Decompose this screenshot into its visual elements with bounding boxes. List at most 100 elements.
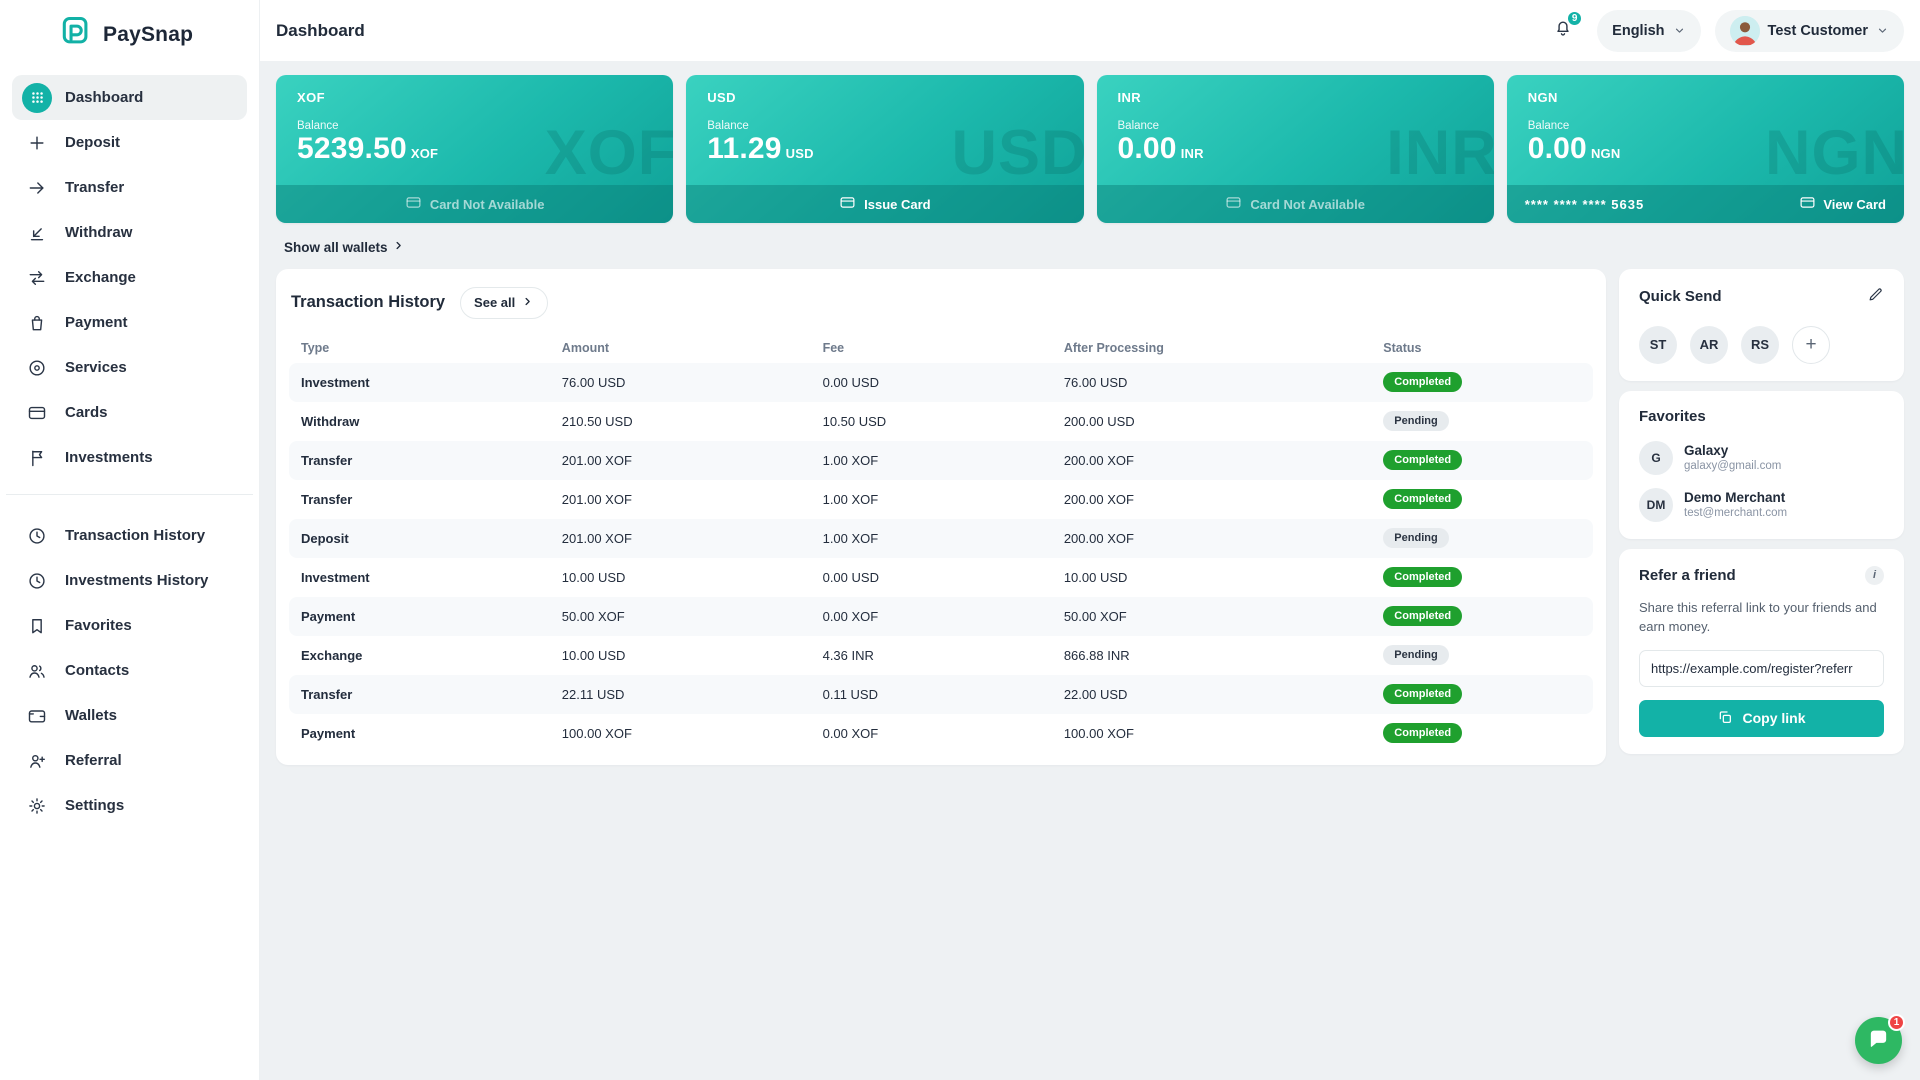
tx-status: Completed [1371, 606, 1593, 626]
dashboard-icon [22, 83, 52, 113]
main-content: XOFXOFBalance5239.50XOFCard Not Availabl… [260, 62, 1920, 1080]
column-header-type: Type [289, 341, 550, 355]
notifications-button[interactable]: 9 [1543, 11, 1583, 51]
referral-description: Share this referral link to your friends… [1639, 598, 1884, 637]
status-badge: Completed [1383, 450, 1462, 470]
quick-send-contact-ar[interactable]: AR [1690, 326, 1728, 364]
info-icon[interactable]: i [1865, 566, 1884, 585]
table-header-row: Type Amount Fee After Processing Status [289, 333, 1593, 363]
sidebar-divider [6, 494, 253, 495]
wallet-card-footer: **** **** **** 5635View Card [1507, 185, 1904, 223]
favorites-title: Favorites [1639, 408, 1706, 425]
withdraw-arrow-icon [22, 218, 52, 248]
sidebar-item-label: Cards [65, 404, 108, 421]
see-all-label: See all [474, 295, 515, 310]
status-badge: Completed [1383, 606, 1462, 626]
sidebar-item-payment[interactable]: Payment [12, 300, 247, 345]
sidebar-item-label: Services [65, 359, 127, 376]
view-card-button[interactable]: View Card [1799, 194, 1886, 214]
tx-fee: 4.36 INR [811, 648, 1052, 663]
wallet-card-usd[interactable]: USDUSDBalance11.29USDIssue Card [686, 75, 1083, 223]
quick-send-contact-st[interactable]: ST [1639, 326, 1677, 364]
sidebar-item-label: Withdraw [65, 224, 132, 241]
sidebar-item-services[interactable]: Services [12, 345, 247, 390]
chat-bubble-icon [1867, 1027, 1890, 1055]
show-all-wallets-label: Show all wallets [284, 240, 388, 255]
sidebar-item-wallets[interactable]: Wallets [12, 693, 247, 738]
referral-link-input[interactable] [1639, 650, 1884, 687]
tx-amount: 201.00 XOF [550, 531, 811, 546]
sidebar-item-favorites[interactable]: Favorites [12, 603, 247, 648]
wallet-card-xof[interactable]: XOFXOFBalance5239.50XOFCard Not Availabl… [276, 75, 673, 223]
sidebar-item-investments-history[interactable]: Investments History [12, 558, 247, 603]
language-selector[interactable]: English [1597, 10, 1700, 52]
gear-icon [22, 791, 52, 821]
sidebar-item-deposit[interactable]: Deposit [12, 120, 247, 165]
sidebar-item-label: Contacts [65, 662, 129, 679]
sidebar-item-cards[interactable]: Cards [12, 390, 247, 435]
tx-fee: 1.00 XOF [811, 492, 1052, 507]
tx-fee: 0.00 USD [811, 375, 1052, 390]
tx-amount: 100.00 XOF [550, 726, 811, 741]
tx-status: Pending [1371, 528, 1593, 548]
card-icon [405, 194, 422, 214]
sidebar-item-label: Wallets [65, 707, 117, 724]
column-header-status: Status [1371, 341, 1593, 355]
add-quick-send-contact-button[interactable]: + [1792, 326, 1830, 364]
issue-card-button[interactable]: Issue Card [686, 185, 1083, 223]
tx-fee: 1.00 XOF [811, 453, 1052, 468]
copy-link-label: Copy link [1742, 710, 1805, 726]
right-column: Quick Send ST AR RS + Favorites GGalaxygala… [1619, 269, 1904, 754]
favorite-item-demo-merchant[interactable]: DMDemo Merchanttest@merchant.com [1639, 488, 1884, 522]
tx-after-processing: 76.00 USD [1052, 375, 1371, 390]
sidebar-item-transfer[interactable]: Transfer [12, 165, 247, 210]
clock-icon [22, 521, 52, 551]
status-badge: Completed [1383, 723, 1462, 743]
sidebar-item-contacts[interactable]: Contacts [12, 648, 247, 693]
show-all-wallets-link[interactable]: Show all wallets [284, 239, 405, 255]
column-header-amount: Amount [550, 341, 811, 355]
wallet-currency: XOF [297, 90, 652, 105]
paysnap-logo-icon [58, 14, 94, 55]
sidebar-item-label: Dashboard [65, 89, 143, 106]
sidebar-item-withdraw[interactable]: Withdraw [12, 210, 247, 255]
see-all-button[interactable]: See all [460, 287, 548, 319]
status-badge: Completed [1383, 567, 1462, 587]
sidebar-item-referral[interactable]: Referral [12, 738, 247, 783]
copy-link-button[interactable]: Copy link [1639, 700, 1884, 737]
quick-send-contact-rs[interactable]: RS [1741, 326, 1779, 364]
wallet-cards-row: XOFXOFBalance5239.50XOFCard Not Availabl… [276, 75, 1904, 223]
sidebar-item-label: Transaction History [65, 527, 205, 544]
wallet-card-ngn[interactable]: NGNNGNBalance0.00NGN**** **** **** 5635V… [1507, 75, 1904, 223]
chat-launcher-button[interactable]: 1 [1855, 1017, 1902, 1064]
sidebar-item-settings[interactable]: Settings [12, 783, 247, 828]
sidebar-item-label: Investments [65, 449, 153, 466]
paysnap-app: PaySnap Dashboard DepositTransfer Withdraw… [0, 0, 1920, 1080]
refer-a-friend-title: Refer a friend [1639, 567, 1736, 584]
sidebar-nav-primary: Dashboard DepositTransfer Withdraw Exchange… [0, 71, 259, 480]
tx-after-processing: 50.00 XOF [1052, 609, 1371, 624]
sidebar-item-transaction-history[interactable]: Transaction History [12, 513, 247, 558]
brand-logo[interactable]: PaySnap [0, 0, 259, 71]
tx-after-processing: 10.00 USD [1052, 570, 1371, 585]
transaction-row: Transfer201.00 XOF1.00 XOF200.00 XOFComp… [289, 441, 1593, 480]
sidebar-item-investments[interactable]: Investments [12, 435, 247, 480]
wallet-card-inr[interactable]: INRINRBalance0.00INRCard Not Available [1097, 75, 1494, 223]
top-header: Dashboard 9 English Test Customer [260, 0, 1920, 62]
quick-send-title: Quick Send [1639, 288, 1722, 305]
sidebar-item-exchange[interactable]: Exchange [12, 255, 247, 300]
edit-quick-send-button[interactable] [1867, 286, 1884, 308]
tx-fee: 0.11 USD [811, 687, 1052, 702]
status-badge: Pending [1383, 411, 1448, 431]
flag-icon [22, 443, 52, 473]
user-menu[interactable]: Test Customer [1715, 10, 1904, 52]
tx-type: Withdraw [289, 414, 550, 429]
tx-type: Payment [289, 609, 550, 624]
favorite-item-galaxy[interactable]: GGalaxygalaxy@gmail.com [1639, 441, 1884, 475]
favorite-name: Demo Merchant [1684, 490, 1787, 507]
transaction-row: Exchange10.00 USD4.36 INR866.88 INRPendi… [289, 636, 1593, 675]
sidebar-item-dashboard[interactable]: Dashboard [12, 75, 247, 120]
chat-unread-badge: 1 [1888, 1014, 1905, 1031]
quick-send-contacts: ST AR RS + [1639, 326, 1884, 364]
tx-fee: 1.00 XOF [811, 531, 1052, 546]
